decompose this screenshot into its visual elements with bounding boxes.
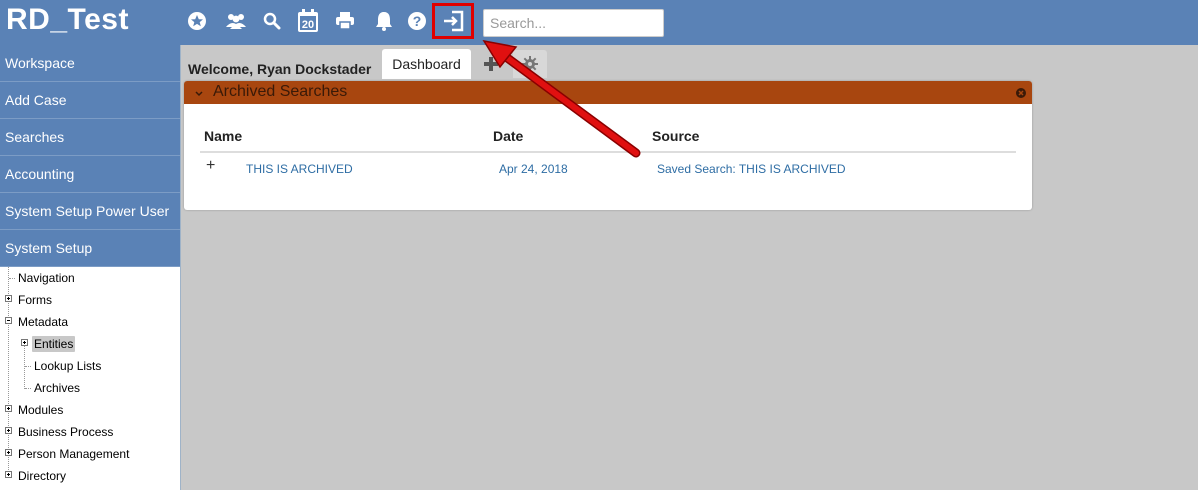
sidebar: Workspace Add Case Searches Accounting S… xyxy=(0,45,181,490)
sidebar-item-system-setup[interactable]: System Setup xyxy=(0,230,180,267)
tree-item-label: Modules xyxy=(18,403,64,417)
panel-header: Archived Searches xyxy=(184,81,1032,104)
setup-tree: Navigation Forms Metadata Entities Looku… xyxy=(0,267,180,487)
expand-icon[interactable] xyxy=(5,295,12,302)
close-icon[interactable] xyxy=(1015,86,1027,98)
print-icon[interactable] xyxy=(333,9,357,33)
expand-icon[interactable] xyxy=(5,449,12,456)
calendar-icon[interactable]: 20 xyxy=(296,9,320,33)
app-title: RD_Test xyxy=(6,3,129,36)
expand-icon[interactable] xyxy=(5,471,12,478)
top-bar: RD_Test 20 ? xyxy=(0,0,1198,45)
tree-item-directory[interactable]: Directory xyxy=(0,465,180,487)
sidebar-item-add-case[interactable]: Add Case xyxy=(0,82,180,119)
tab-dashboard[interactable]: Dashboard xyxy=(382,49,471,79)
column-header-date[interactable]: Date xyxy=(493,128,523,144)
expand-icon[interactable] xyxy=(21,339,28,346)
tree-item-archives[interactable]: Archives xyxy=(0,377,180,399)
tree-item-label: Business Process xyxy=(18,425,114,439)
plus-icon xyxy=(484,57,498,71)
tree-item-navigation[interactable]: Navigation xyxy=(0,267,180,289)
tree-item-modules[interactable]: Modules xyxy=(0,399,180,421)
tree-item-label: Archives xyxy=(34,381,81,395)
favorites-icon[interactable] xyxy=(185,9,209,33)
collapse-icon[interactable] xyxy=(5,317,12,324)
tree-item-business-process[interactable]: Business Process xyxy=(0,421,180,443)
help-icon[interactable]: ? xyxy=(405,9,429,33)
search-icon[interactable] xyxy=(260,9,284,33)
archive-exit-icon[interactable] xyxy=(441,9,465,33)
archived-search-date[interactable]: Apr 24, 2018 xyxy=(499,162,568,176)
sidebar-item-system-setup-power-user[interactable]: System Setup Power User xyxy=(0,193,180,230)
svg-text:?: ? xyxy=(413,13,422,29)
chevron-down-icon[interactable] xyxy=(194,86,204,104)
sidebar-item-accounting[interactable]: Accounting xyxy=(0,156,180,193)
expand-icon[interactable] xyxy=(5,405,12,412)
tree-item-label: Metadata xyxy=(18,315,69,329)
tree-item-forms[interactable]: Forms xyxy=(0,289,180,311)
tree-item-entities[interactable]: Entities xyxy=(0,333,180,355)
tree-item-metadata[interactable]: Metadata xyxy=(0,311,180,333)
row-expand-button[interactable]: + xyxy=(206,157,215,175)
expand-icon[interactable] xyxy=(5,427,12,434)
welcome-message: Welcome, Ryan Dockstader xyxy=(188,61,372,77)
calendar-day: 20 xyxy=(302,19,314,31)
sidebar-item-searches[interactable]: Searches xyxy=(0,119,180,156)
gear-icon xyxy=(522,56,538,72)
tree-item-label: Forms xyxy=(18,293,52,307)
tree-item-label: Person Management xyxy=(18,447,130,461)
users-icon[interactable] xyxy=(224,9,248,33)
archived-search-name-link[interactable]: THIS IS ARCHIVED xyxy=(246,162,353,176)
archived-searches-panel: Archived Searches Name Date Source + THI… xyxy=(184,81,1032,210)
tree-item-label: Entities xyxy=(32,336,76,352)
tree-item-label: Navigation xyxy=(18,271,75,285)
column-header-source[interactable]: Source xyxy=(652,128,699,144)
tree-item-lookup-lists[interactable]: Lookup Lists xyxy=(0,355,180,377)
panel-title: Archived Searches xyxy=(213,83,348,100)
add-tab-button[interactable] xyxy=(478,51,504,77)
bell-icon[interactable] xyxy=(372,9,396,33)
sidebar-item-workspace[interactable]: Workspace xyxy=(0,45,180,82)
tree-item-label: Lookup Lists xyxy=(34,359,102,373)
dashboard-settings-button[interactable] xyxy=(513,50,547,78)
header-divider xyxy=(200,151,1016,153)
tree-item-label: Directory xyxy=(18,469,67,483)
column-header-name[interactable]: Name xyxy=(204,128,242,144)
archived-search-source-link[interactable]: Saved Search: THIS IS ARCHIVED xyxy=(657,162,846,176)
tree-item-person-management[interactable]: Person Management xyxy=(0,443,180,465)
search-input[interactable] xyxy=(483,9,664,37)
